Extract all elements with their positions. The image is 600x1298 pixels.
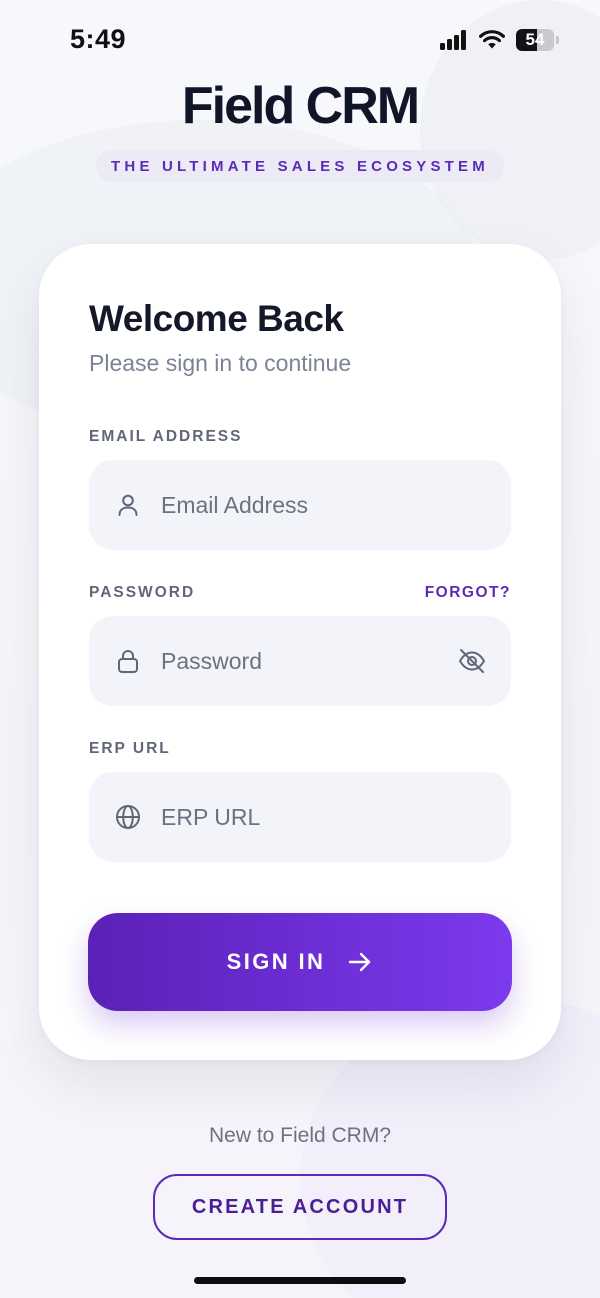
tagline-text: THE ULTIMATE SALES ECOSYSTEM [111, 157, 489, 175]
password-label: PASSWORD [89, 584, 196, 601]
sign-in-button[interactable]: SIGN IN [88, 913, 512, 1011]
login-card: Welcome Back Please sign in to continue … [39, 244, 561, 1060]
email-field[interactable] [89, 460, 511, 550]
battery-icon: 54 [516, 29, 554, 51]
user-icon [118, 494, 138, 516]
wifi-icon [479, 30, 505, 49]
app-title: Field CRM [181, 77, 420, 135]
erp-url-input[interactable] [161, 772, 461, 862]
email-label: EMAIL ADDRESS [89, 428, 243, 445]
forgot-password-link[interactable]: FORGOT? [425, 584, 511, 602]
create-account-label: CREATE ACCOUNT [191, 1195, 409, 1218]
home-indicator [194, 1277, 406, 1284]
welcome-subtitle: Please sign in to continue [89, 350, 352, 376]
battery-cap [556, 36, 559, 44]
new-user-prompt: New to Field CRM? [208, 1124, 392, 1147]
password-input[interactable] [161, 616, 461, 706]
welcome-heading: Welcome Back [89, 298, 344, 339]
email-input[interactable] [161, 460, 461, 550]
login-screen: 5:49 54 Field CRM THE ULTIMATE SALES ECO… [0, 0, 600, 1298]
sign-in-label: SIGN IN [226, 949, 326, 974]
lock-icon [118, 650, 138, 673]
arrow-right-icon [349, 952, 371, 972]
cellular-signal-icon [440, 30, 468, 50]
create-account-button[interactable]: CREATE ACCOUNT [153, 1174, 447, 1240]
erp-url-label: ERP URL [89, 740, 171, 757]
status-bar: 5:49 54 [0, 0, 600, 80]
eye-off-icon[interactable] [457, 647, 487, 675]
status-time: 5:49 [70, 24, 127, 54]
password-field[interactable] [89, 616, 511, 706]
erp-url-field[interactable] [89, 772, 511, 862]
tagline-badge: THE ULTIMATE SALES ECOSYSTEM [96, 150, 504, 182]
battery-level: 54 [525, 30, 545, 49]
globe-icon [116, 805, 140, 829]
